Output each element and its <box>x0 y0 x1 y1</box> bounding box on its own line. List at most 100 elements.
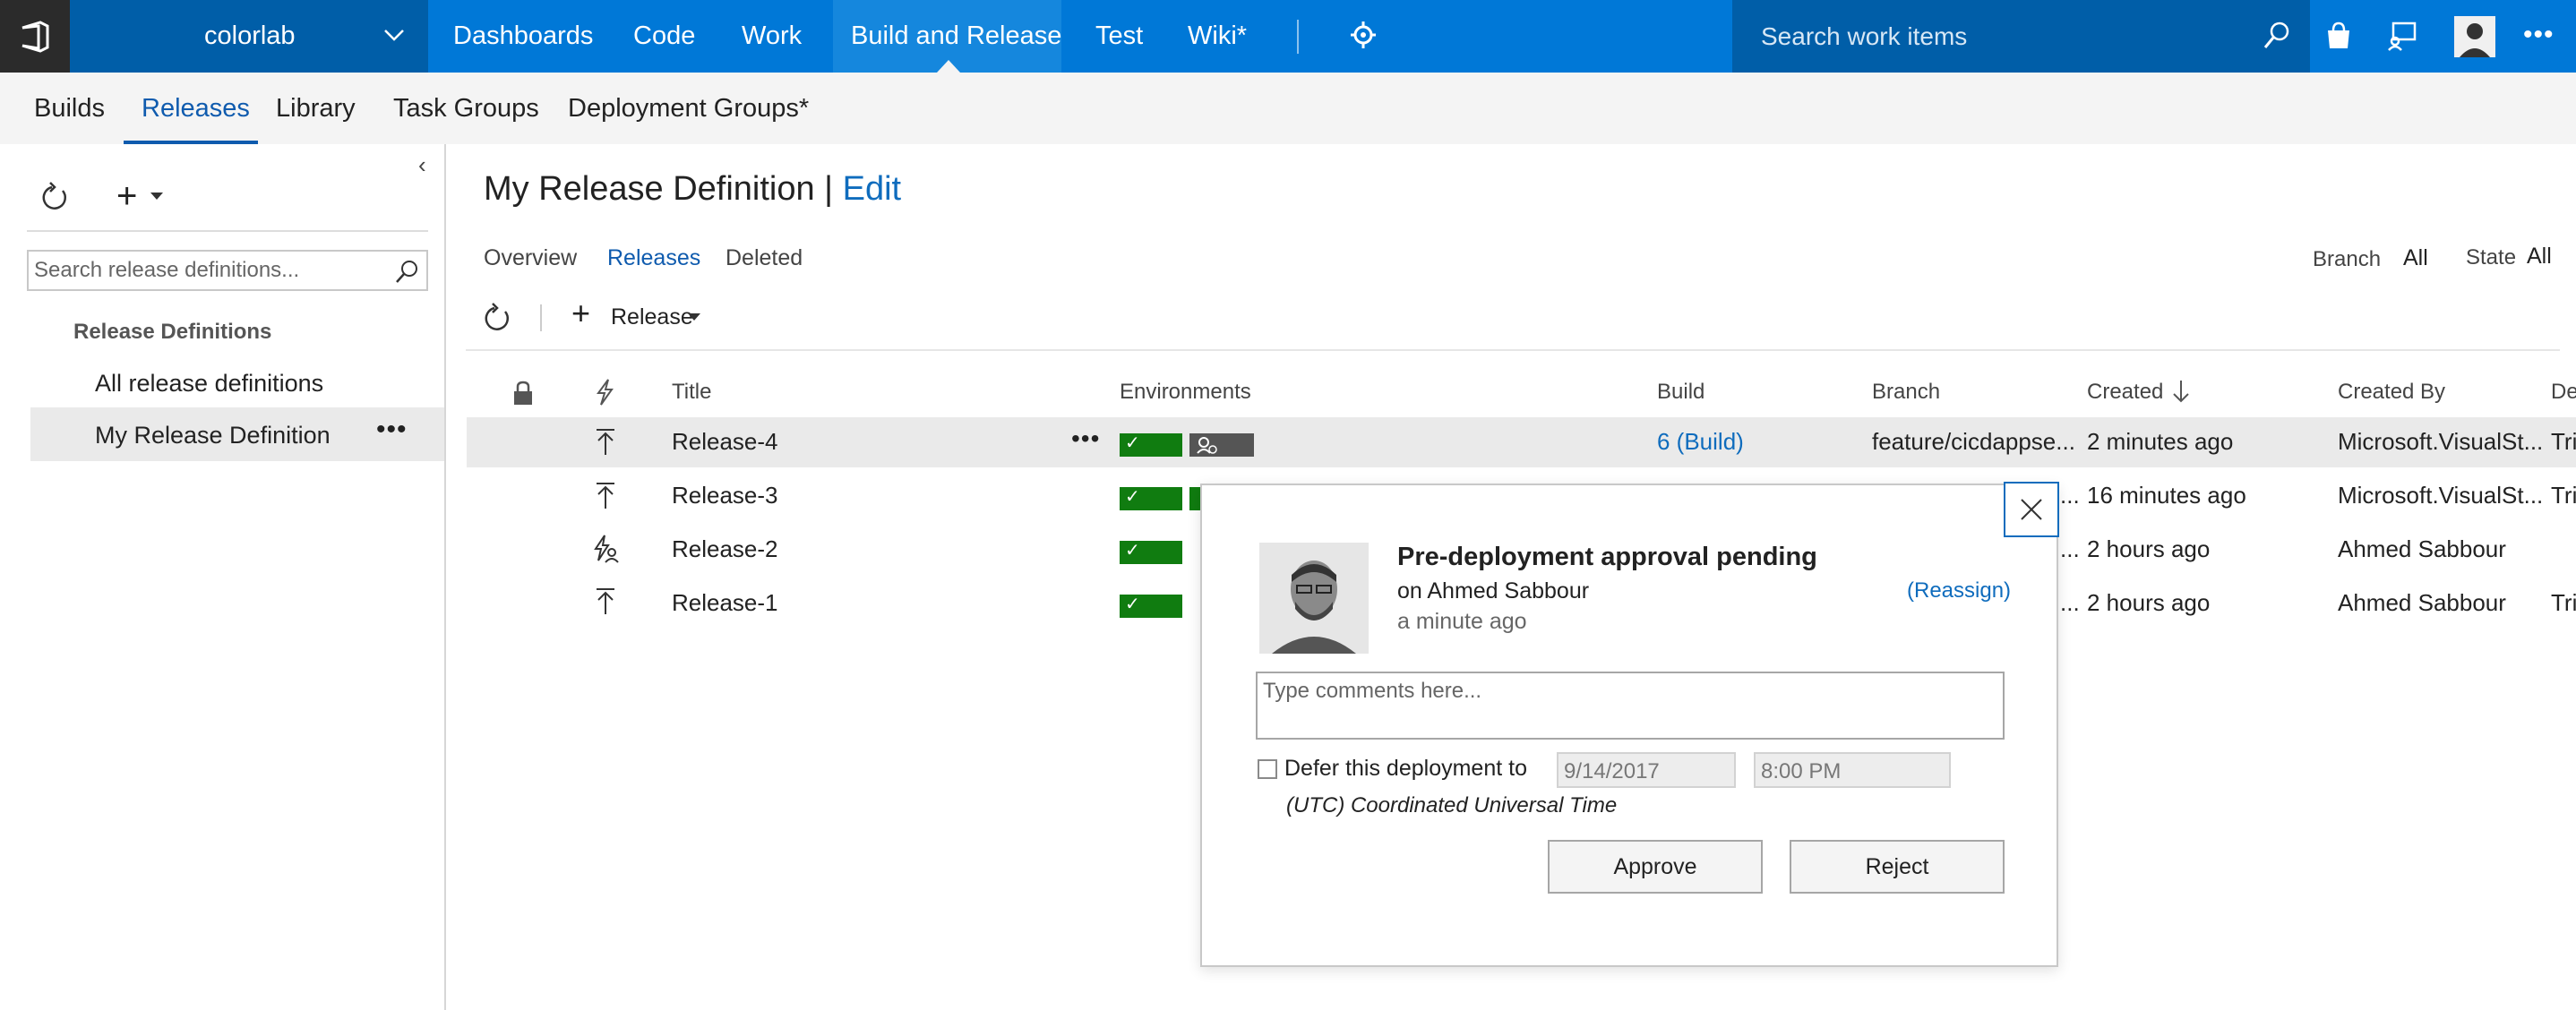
defer-time-input[interactable] <box>1761 759 1922 784</box>
nav-work[interactable]: Work <box>742 21 802 51</box>
timezone-label: (UTC) Coordinated Universal Time <box>1286 793 1618 817</box>
nav-divider <box>1297 20 1299 54</box>
nav-active-caret <box>937 60 960 73</box>
selected-definition-item[interactable]: My Release Definition ••• <box>30 407 444 461</box>
defer-checkbox[interactable] <box>1258 759 1277 779</box>
nav-code[interactable]: Code <box>633 21 695 51</box>
approval-time: a minute ago <box>1397 609 1527 634</box>
branch-cell: feature/cicdappse... <box>1872 428 2075 455</box>
column-description[interactable]: De <box>2551 380 2576 405</box>
approver-name: on Ahmed Sabbour <box>1397 578 1590 603</box>
collapse-pane-icon[interactable]: ‹ <box>418 151 426 179</box>
defer-date-field[interactable] <box>1557 752 1736 788</box>
column-title[interactable]: Title <box>672 380 711 405</box>
nav-dashboards[interactable]: Dashboards <box>453 21 593 51</box>
release-title-link[interactable]: Release-1 <box>672 589 778 617</box>
plus-icon[interactable]: + <box>571 295 590 331</box>
definition-search-input[interactable] <box>34 258 374 283</box>
column-branch[interactable]: Branch <box>1872 380 1940 405</box>
branch-cell: ... <box>2060 482 2080 509</box>
search-icon[interactable] <box>2262 20 2292 56</box>
tab-releases-list[interactable]: Releases <box>607 245 700 271</box>
table-row-selected[interactable] <box>467 417 2576 467</box>
search-input[interactable]: Search work items <box>1761 22 1967 51</box>
environment-succeeded[interactable] <box>1120 539 1182 564</box>
environment-succeeded-partial[interactable] <box>1189 487 1200 510</box>
column-created-by[interactable]: Created By <box>2338 380 2445 405</box>
deploy-arrow-icon <box>595 428 616 461</box>
project-selector[interactable]: colorlab <box>70 0 428 73</box>
environment-succeeded[interactable] <box>1120 593 1182 618</box>
tab-library[interactable]: Library <box>276 94 356 124</box>
reject-button[interactable]: Reject <box>1790 840 2005 894</box>
column-created[interactable]: Created <box>2087 380 2163 405</box>
created-cell: 2 hours ago <box>2087 535 2211 562</box>
deploy-arrow-icon <box>595 587 616 621</box>
release-title-link[interactable]: Release-2 <box>672 535 778 563</box>
refresh-icon[interactable] <box>482 301 512 339</box>
tab-deleted[interactable]: Deleted <box>726 245 803 271</box>
vsts-logo-icon[interactable] <box>0 0 70 73</box>
tab-task-groups[interactable]: Task Groups <box>393 94 539 124</box>
tab-overview[interactable]: Overview <box>484 245 577 271</box>
branch-cell: ... <box>2060 535 2080 562</box>
reassign-link[interactable]: (Reassign) <box>1907 578 2011 603</box>
release-definitions-pane: ‹ + Release Definitions All release defi… <box>0 144 446 1010</box>
definition-search-box[interactable] <box>27 250 428 291</box>
release-title-link[interactable]: Release-4 <box>672 428 778 456</box>
deploy-arrow-icon <box>595 482 616 515</box>
new-release-button[interactable]: Release <box>611 304 693 330</box>
branch-filter[interactable]: All <box>2403 245 2428 271</box>
comments-input[interactable] <box>1258 673 2003 738</box>
definition-name: My Release Definition <box>95 422 331 449</box>
sort-descending-icon[interactable] <box>2171 378 2191 411</box>
chevron-down-icon <box>383 21 405 56</box>
title-separator: | <box>814 170 843 208</box>
description-cell: Tri <box>2551 428 2576 455</box>
marketplace-bag-icon[interactable] <box>2323 18 2354 58</box>
nav-test[interactable]: Test <box>1095 21 1143 51</box>
all-release-definitions-link[interactable]: All release definitions <box>95 370 323 398</box>
column-build[interactable]: Build <box>1657 380 1704 405</box>
more-actions-icon[interactable]: ••• <box>376 415 408 445</box>
close-icon <box>2021 499 2042 520</box>
caret-down-icon[interactable] <box>150 193 163 200</box>
nav-wiki[interactable]: Wiki* <box>1188 21 1247 51</box>
created-by-cell: Microsoft.VisualSt... <box>2338 428 2544 455</box>
tab-deployment-groups[interactable]: Deployment Groups* <box>568 94 809 124</box>
definition-title: My Release Definition <box>484 170 815 208</box>
defer-label: Defer this deployment to <box>1284 756 1527 781</box>
gear-icon[interactable] <box>1348 18 1378 56</box>
tab-builds[interactable]: Builds <box>34 94 105 124</box>
search-work-items[interactable]: Search work items <box>1732 0 2310 73</box>
nav-build-and-release[interactable]: Build and Release <box>851 21 1061 51</box>
tab-releases[interactable]: Releases <box>142 94 250 124</box>
refresh-icon[interactable] <box>39 180 70 218</box>
feedback-icon[interactable] <box>2386 18 2418 58</box>
defer-date-input[interactable] <box>1564 759 1725 784</box>
page-title: My Release Definition | Edit <box>484 170 901 209</box>
description-cell: Tri <box>2551 482 2576 509</box>
project-name: colorlab <box>204 21 296 50</box>
add-definition-button[interactable]: + <box>116 178 137 214</box>
release-definitions-header: Release Definitions <box>73 320 272 344</box>
more-icon[interactable]: ••• <box>2523 20 2555 50</box>
sub-nav-bar: Builds Releases Library Task Groups Depl… <box>0 73 2576 144</box>
approve-button[interactable]: Approve <box>1548 840 1763 894</box>
top-nav-bar: colorlab Dashboards Code Work Build and … <box>0 0 2576 73</box>
build-link[interactable]: 6 (Build) <box>1657 428 1744 456</box>
environment-succeeded[interactable] <box>1120 485 1182 510</box>
caret-down-icon[interactable] <box>688 313 700 321</box>
state-filter[interactable]: All <box>2527 244 2552 270</box>
environment-pending-approval[interactable] <box>1189 433 1254 457</box>
defer-time-field[interactable] <box>1754 752 1951 788</box>
environment-succeeded[interactable] <box>1120 432 1182 457</box>
comments-box[interactable] <box>1256 672 2005 740</box>
release-title-link[interactable]: Release-3 <box>672 482 778 509</box>
column-environments[interactable]: Environments <box>1120 380 1251 405</box>
edit-link[interactable]: Edit <box>843 170 901 208</box>
close-button[interactable] <box>2004 482 2059 537</box>
row-more-icon[interactable]: ••• <box>1071 424 1100 453</box>
avatar[interactable] <box>2454 16 2495 62</box>
search-icon[interactable] <box>394 259 419 290</box>
